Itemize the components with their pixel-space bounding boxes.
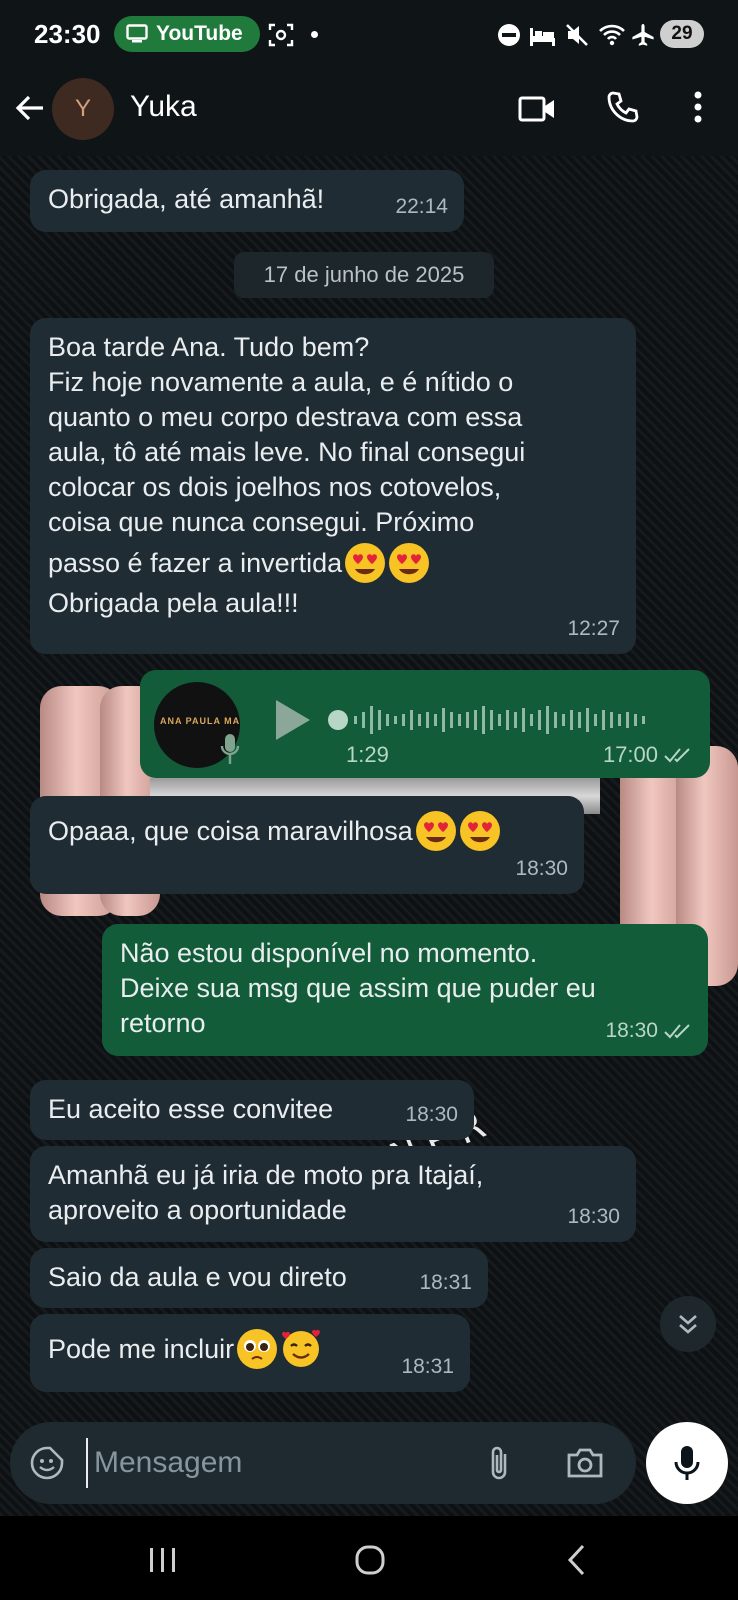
contact-name[interactable]: Yuka bbox=[130, 90, 197, 124]
message-text: coisa que nunca consegui. Próximo bbox=[48, 507, 475, 537]
heart-eyes-emoji-icon bbox=[345, 543, 386, 583]
audio-waveform[interactable] bbox=[326, 700, 676, 740]
wifi-icon bbox=[599, 24, 625, 46]
voice-message[interactable]: ANA PAULA MACHADO 1:29 17:00 bbox=[140, 670, 710, 778]
youtube-pill[interactable]: YouTube bbox=[114, 16, 260, 52]
message-incoming[interactable]: Saio da aula e vou direto 18:31 bbox=[30, 1248, 488, 1308]
message-incoming[interactable]: Boa tarde Ana. Tudo bem? Fiz hoje novame… bbox=[30, 318, 636, 654]
phone-icon[interactable] bbox=[606, 90, 640, 124]
message-time: 12:27 bbox=[567, 617, 620, 640]
message-text: Saio da aula e vou direto bbox=[48, 1262, 347, 1292]
message-text: Boa tarde Ana. Tudo bem? bbox=[48, 332, 370, 362]
double-check-icon bbox=[664, 748, 690, 763]
back-arrow-icon[interactable] bbox=[14, 92, 46, 124]
message-text: Amanhã eu já iria de moto pra Itajaí, bbox=[48, 1160, 484, 1190]
sticker-icon[interactable] bbox=[30, 1446, 64, 1480]
chat-area[interactable]: TRAINER Obrigada, até amanhã! 22:14 17 d… bbox=[0, 156, 738, 1516]
message-time: 18:30 bbox=[567, 1205, 620, 1228]
message-incoming[interactable]: Eu aceito esse convitee 18:30 bbox=[30, 1080, 474, 1140]
message-incoming[interactable]: Pode me incluir 18:31 bbox=[30, 1314, 470, 1392]
message-time: 18:30 bbox=[405, 1103, 458, 1126]
message-incoming[interactable]: Amanhã eu já iria de moto pra Itajaí, ap… bbox=[30, 1146, 636, 1242]
message-time: 18:31 bbox=[419, 1271, 472, 1294]
message-time: 18:30 bbox=[605, 1013, 692, 1048]
voice-duration: 1:29 bbox=[346, 742, 389, 767]
status-bar: 23:30 YouTube 29 bbox=[0, 0, 738, 70]
message-time: 18:30 bbox=[515, 857, 568, 880]
double-chevron-down-icon bbox=[679, 1315, 697, 1334]
message-text: Pode me incluir bbox=[48, 1333, 235, 1364]
date-separator: 17 de junho de 2025 bbox=[234, 252, 494, 298]
message-text: aula, tô até mais leve. No final consegu… bbox=[48, 437, 526, 467]
mic-badge-icon bbox=[220, 734, 240, 764]
message-text: quanto o meu corpo destrava com essa bbox=[48, 402, 523, 432]
heart-eyes-emoji-icon bbox=[415, 811, 456, 851]
status-time: 23:30 bbox=[34, 19, 101, 49]
message-time: 18:31 bbox=[401, 1355, 454, 1378]
message-text: Fiz hoje novamente a aula, e é nítido o bbox=[48, 367, 514, 397]
home-icon[interactable] bbox=[354, 1544, 386, 1576]
notification-dot bbox=[311, 31, 318, 38]
avatar[interactable]: Y bbox=[52, 78, 114, 140]
mute-icon bbox=[566, 24, 588, 46]
microphone-icon bbox=[674, 1446, 700, 1480]
voice-record-button[interactable] bbox=[646, 1422, 728, 1504]
recents-icon[interactable] bbox=[148, 1546, 178, 1574]
message-composer bbox=[10, 1422, 636, 1504]
message-input[interactable] bbox=[86, 1438, 476, 1488]
message-text: Opaaa, que coisa maravilhosa bbox=[48, 815, 413, 846]
message-text: Deixe sua msg que assim que puder eu bbox=[120, 973, 596, 1003]
dnd-icon bbox=[498, 24, 520, 46]
message-text: Obrigada, até amanhã! bbox=[48, 184, 325, 214]
play-icon[interactable] bbox=[272, 698, 312, 742]
message-time: 17:00 bbox=[603, 742, 692, 768]
double-check-icon bbox=[664, 1023, 690, 1038]
heart-eyes-emoji-icon bbox=[459, 811, 500, 851]
pleading-face-emoji-icon bbox=[237, 1329, 278, 1369]
message-outgoing[interactable]: Não estou disponível no momento. Deixe s… bbox=[102, 924, 708, 1056]
scroll-to-bottom-button[interactable] bbox=[660, 1296, 716, 1352]
battery-indicator: 29 bbox=[660, 20, 704, 48]
monitor-icon bbox=[126, 24, 148, 43]
message-incoming[interactable]: Obrigada, até amanhã! 22:14 bbox=[30, 170, 464, 232]
back-nav-icon[interactable] bbox=[566, 1544, 586, 1576]
message-text: colocar os dois joelhos nos cotovelos, bbox=[48, 472, 502, 502]
message-text: Obrigada pela aula!!! bbox=[48, 588, 299, 618]
camera-icon[interactable] bbox=[566, 1446, 604, 1480]
smiling-face-with-hearts-emoji-icon bbox=[282, 1329, 321, 1367]
message-text: Não estou disponível no momento. bbox=[120, 938, 538, 968]
more-vert-icon[interactable] bbox=[692, 90, 704, 124]
attach-icon[interactable] bbox=[488, 1444, 510, 1482]
heart-eyes-emoji-icon bbox=[389, 543, 430, 583]
chat-header: Y Yuka bbox=[0, 70, 738, 156]
youtube-pill-label: YouTube bbox=[156, 22, 243, 45]
system-nav-bar bbox=[0, 1516, 738, 1600]
message-text: Eu aceito esse convitee bbox=[48, 1094, 334, 1124]
message-text: passo é fazer a invertida bbox=[48, 547, 343, 578]
message-text: aproveito a oportunidade bbox=[48, 1195, 347, 1225]
message-incoming[interactable]: Opaaa, que coisa maravilhosa 18:30 bbox=[30, 796, 584, 894]
message-time: 22:14 bbox=[395, 195, 448, 218]
sleep-icon bbox=[530, 28, 555, 46]
video-call-icon[interactable] bbox=[518, 94, 556, 124]
airplane-icon bbox=[632, 24, 654, 46]
screen-record-icon bbox=[268, 23, 294, 47]
